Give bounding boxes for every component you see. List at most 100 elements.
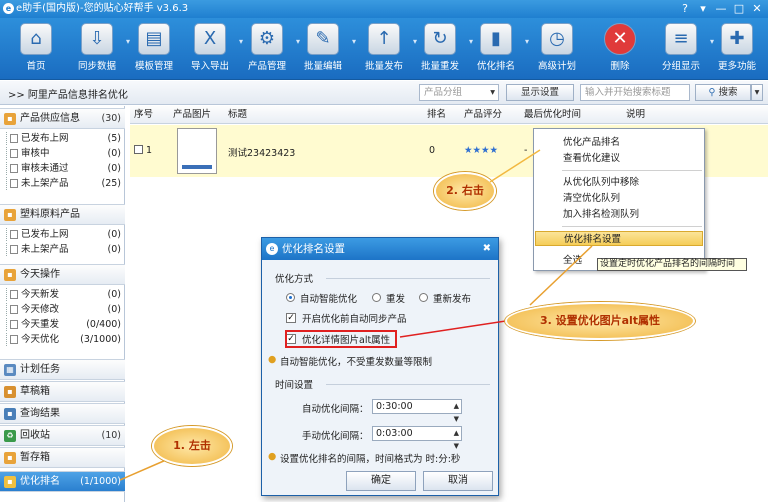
radio-repost[interactable] — [419, 293, 428, 302]
auto-interval-label: 自动优化间隔： — [302, 404, 369, 415]
cancel-button[interactable]: 取消 — [423, 471, 493, 491]
toolbar-sync-button[interactable]: ⇩ 同步数据 ▾ — [68, 21, 130, 77]
toolbar-batch-edit-button[interactable]: ✎ 批量编辑 ▾ — [294, 21, 356, 77]
sidebar-item-today-republished[interactable]: 今天重发 (0/400) — [6, 318, 121, 331]
sidebar-item-count: (0) — [107, 304, 121, 315]
spinner-arrows-icon[interactable]: ▲ ▼ — [454, 400, 459, 426]
radio-auto-smart[interactable] — [286, 293, 295, 302]
sidebar-group-optimize[interactable]: ▪ 优化排名 (1/1000) — [0, 471, 125, 492]
toolbar-batch-republish-button[interactable]: ↻ 批量重发 ▾ — [411, 21, 473, 77]
radio-republish[interactable] — [372, 293, 381, 302]
toolbar-delete-button[interactable]: ✕ 删除 — [591, 21, 649, 77]
sidebar-group-plan[interactable]: ▦ 计划任务 — [0, 359, 125, 380]
menu-item-clear-queue[interactable]: 清空优化队列 — [535, 191, 703, 206]
menu-separator — [562, 226, 702, 227]
title-bar: e e助手(国内版)-您的贴心好帮手 v3.6.3 ? ▾ — □ ✕ — [0, 0, 768, 18]
document-icon — [10, 179, 18, 188]
sidebar-group-label: 回收站 — [20, 430, 50, 441]
help-icon[interactable]: ? — [676, 0, 694, 18]
sidebar-item-today-modified[interactable]: 今天修改 (0) — [6, 303, 121, 316]
sidebar-group-count: (10) — [101, 430, 121, 441]
menu-separator — [562, 170, 702, 171]
column-header-last-optimized[interactable]: 最后优化时间 — [524, 106, 581, 124]
lightbulb-icon: ● — [268, 354, 277, 365]
dialog-title-bar: e 优化排名设置 ✖ — [262, 238, 498, 260]
menu-item-view-suggestions[interactable]: 查看优化建议 — [535, 151, 703, 166]
toolbar-template-button[interactable]: ▤ 模板管理 — [125, 21, 183, 77]
window-title: e助手(国内版)-您的贴心好帮手 v3.6.3 — [16, 3, 189, 14]
column-header-index[interactable]: 序号 — [134, 106, 153, 124]
minimize-button[interactable]: — — [712, 0, 730, 18]
sidebar-item-unlisted[interactable]: 未上架产品 (25) — [6, 177, 121, 190]
sidebar-group-draft[interactable]: ▪ 草稿箱 — [0, 381, 125, 402]
sidebar-group-supply[interactable]: ▪ 产品供应信息 (30) — [0, 108, 125, 129]
dropdown-icon[interactable]: ▾ — [694, 0, 712, 18]
excel-icon: X — [194, 23, 226, 55]
sidebar-group-storage[interactable]: ▪ 暂存箱 — [0, 447, 125, 468]
column-header-title[interactable]: 标题 — [228, 106, 247, 124]
column-header-image[interactable]: 产品图片 — [173, 106, 211, 124]
ok-button[interactable]: 确定 — [346, 471, 416, 491]
filter-bar: >> 阿里产品信息排名优化 产品分组 ▾ 显示设置 输入并开始搜索标题 ⚲ 搜索 … — [0, 81, 768, 105]
toolbar-group-display-button[interactable]: ≡ 分组显示 ▾ — [652, 21, 714, 77]
close-button[interactable]: ✕ — [748, 0, 766, 18]
toolbar-schedule-button[interactable]: ◷ 高级计划 — [528, 21, 586, 77]
menu-item-remove-from-queue[interactable]: 从优化队列中移除 — [535, 175, 703, 190]
dialog-title: 优化排名设置 — [282, 243, 345, 255]
toolbar-import-export-button[interactable]: X 导入导出 ▾ — [181, 21, 243, 77]
close-icon[interactable]: ✖ — [483, 238, 491, 260]
toolbar-more-button[interactable]: ✚ 更多功能 — [708, 21, 766, 77]
sidebar-item-plastic-published[interactable]: 已发布上网 (0) — [6, 228, 121, 241]
checkbox-auto-sync[interactable]: ✓ — [286, 313, 296, 323]
sidebar-item-rejected[interactable]: 审核未通过 (0) — [6, 162, 121, 175]
toolbar-label: 产品管理 — [247, 61, 286, 72]
search-icon: ⚲ — [708, 87, 719, 98]
maximize-button[interactable]: □ — [730, 0, 748, 18]
query-icon: ▪ — [4, 408, 16, 420]
column-header-rank[interactable]: 排名 — [427, 106, 446, 124]
menu-item-optimize-rank[interactable]: 优化产品排名 — [535, 135, 703, 150]
row-checkbox[interactable] — [134, 145, 143, 154]
sidebar-item-today-optimized[interactable]: 今天优化 (3/1000) — [6, 333, 121, 346]
document-icon — [10, 164, 18, 173]
sidebar-item-today-new[interactable]: 今天新发 (0) — [6, 288, 121, 301]
toolbar-label: 高级计划 — [537, 61, 576, 72]
sidebar-item-plastic-unlisted[interactable]: 未上架产品 (0) — [6, 243, 121, 256]
search-input[interactable]: 输入并开始搜索标题 — [580, 84, 690, 101]
sidebar-group-plastic[interactable]: ▪ 塑料原料产品 — [0, 204, 125, 225]
toolbar-label: 分组显示 — [661, 61, 700, 72]
menu-item-rank-settings[interactable]: 优化排名设置 — [535, 231, 703, 246]
sidebar-item-count: (3/1000) — [80, 334, 121, 345]
sidebar-item-reviewing[interactable]: 审核中 (0) — [6, 147, 121, 160]
template-icon: ▤ — [138, 23, 170, 55]
search-dropdown-button[interactable]: ▾ — [751, 84, 763, 101]
document-icon — [10, 290, 18, 299]
sidebar-item-published[interactable]: 已发布上网 (5) — [6, 132, 121, 145]
context-menu: 优化产品排名 查看优化建议 从优化队列中移除 清空优化队列 加入排名检测队列 优… — [533, 128, 705, 271]
search-button[interactable]: ⚲ 搜索 — [695, 84, 751, 101]
toolbar-optimize-rank-button[interactable]: ▮ 优化排名 ▾ — [467, 21, 529, 77]
spinner-arrows-icon[interactable]: ▲ ▼ — [454, 427, 459, 453]
show-settings-button[interactable]: 显示设置 — [506, 84, 574, 101]
sidebar-group-count: (30) — [101, 113, 121, 124]
column-header-note[interactable]: 说明 — [626, 106, 645, 124]
column-header-score[interactable]: 产品评分 — [464, 106, 502, 124]
auto-interval-input[interactable]: 0:30:00 ▲ ▼ — [372, 399, 462, 423]
sidebar-group-recycle[interactable]: ♻ 回收站 (10) — [0, 425, 125, 446]
toolbar-batch-publish-button[interactable]: ↑ 批量发布 ▾ — [355, 21, 417, 77]
callout-step-3: 3. 设置优化图片alt属性 — [505, 302, 695, 340]
group-select[interactable]: 产品分组 ▾ — [419, 84, 499, 101]
row-rank: 0 — [429, 145, 436, 156]
sidebar-group-query[interactable]: ▪ 查询结果 — [0, 403, 125, 424]
folder-icon: ▪ — [4, 476, 16, 488]
toolbar-product-button[interactable]: ⚙ 产品管理 ▾ — [238, 21, 300, 77]
group-select-value: 产品分组 — [424, 87, 463, 98]
manual-interval-input[interactable]: 0:03:00 ▲ ▼ — [372, 426, 462, 450]
sidebar-group-today[interactable]: ▪ 今天操作 — [0, 264, 125, 285]
rank-icon: ▮ — [480, 23, 512, 55]
menu-item-add-rank-check[interactable]: 加入排名检测队列 — [535, 207, 703, 222]
toolbar-label: 批量编辑 — [303, 61, 342, 72]
document-icon — [10, 320, 18, 329]
product-icon: ⚙ — [251, 23, 283, 55]
toolbar-home-button[interactable]: ⌂ 首页 — [7, 21, 65, 77]
